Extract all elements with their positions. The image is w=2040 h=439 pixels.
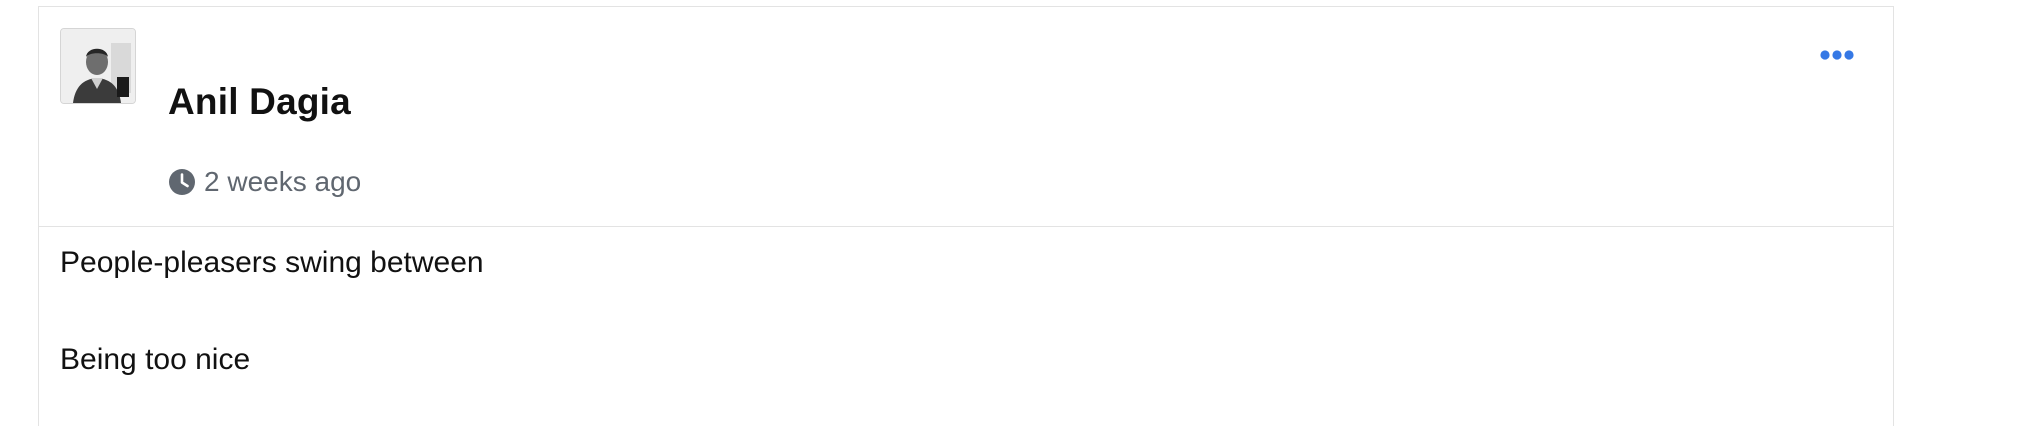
clock-icon bbox=[168, 168, 196, 196]
more-horizontal-icon bbox=[1820, 50, 1854, 60]
post-header: Anil Dagia 2 weeks ago bbox=[39, 7, 1893, 227]
post-text-line: Being too nice bbox=[60, 343, 251, 376]
post-card: Anil Dagia 2 weeks ago People-pleasers s… bbox=[38, 6, 1894, 426]
more-options-button[interactable] bbox=[1817, 43, 1857, 67]
post-timestamp[interactable]: 2 weeks ago bbox=[168, 164, 361, 200]
avatar-photo bbox=[61, 29, 135, 103]
post-body: People-pleasers swing between Being too … bbox=[60, 245, 484, 439]
timestamp-text: 2 weeks ago bbox=[204, 166, 362, 197]
author-name[interactable]: Anil Dagia bbox=[168, 81, 351, 123]
author-avatar[interactable] bbox=[60, 28, 136, 104]
post-text-line: People-pleasers swing between bbox=[60, 246, 484, 279]
